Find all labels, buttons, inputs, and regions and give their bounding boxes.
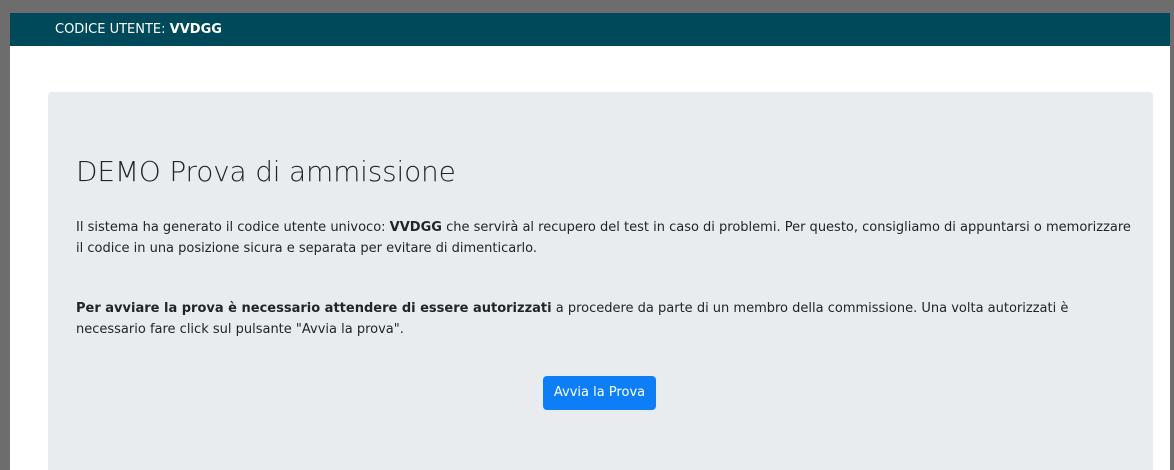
user-code-value: VVDGG — [169, 22, 222, 37]
authorization-info-bold: Per avviare la prova è necessario attend… — [76, 301, 552, 316]
window-frame-right — [1170, 0, 1174, 470]
window-frame-left — [0, 0, 10, 470]
window-frame-top — [0, 0, 1174, 13]
code-info-paragraph: Il sistema ha generato il codice utente … — [76, 217, 1136, 259]
start-exam-button[interactable]: Avvia la Prova — [543, 376, 656, 410]
code-info-user-code: VVDGG — [389, 220, 442, 235]
top-header-bar: CODICE UTENTE: VVDGG — [10, 13, 1170, 46]
code-info-text-start: Il sistema ha generato il codice utente … — [76, 220, 390, 235]
user-code-display: CODICE UTENTE: VVDGG — [55, 13, 222, 46]
user-code-label: CODICE UTENTE: — [55, 22, 166, 37]
exam-info-panel: DEMO Prova di ammissione Il sistema ha g… — [48, 92, 1153, 470]
authorization-info-paragraph: Per avviare la prova è necessario attend… — [76, 298, 1136, 340]
page-title: DEMO Prova di ammissione — [76, 155, 456, 188]
